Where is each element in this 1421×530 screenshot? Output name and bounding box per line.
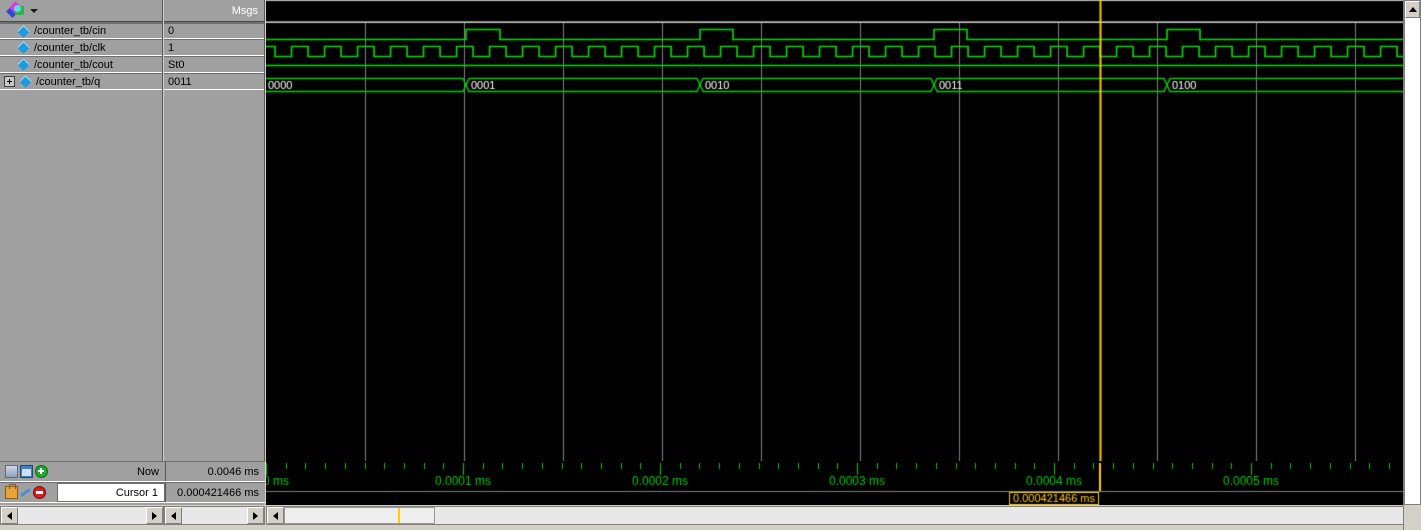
arrow-right-icon — [253, 511, 258, 520]
status-pane: Now 0.0046 ms Cursor 1 0.000421466 ms — [0, 461, 265, 505]
wave-scroll-left-button[interactable] — [267, 507, 284, 524]
signal-row[interactable]: /counter_tb/cout — [0, 56, 162, 73]
arrow-left-icon — [7, 511, 12, 520]
signal-value-label: St0 — [168, 58, 185, 71]
wave-icon[interactable] — [5, 465, 18, 478]
signal-value-label: 0 — [168, 25, 175, 37]
arrow-left-icon — [171, 511, 176, 520]
wrench-icon[interactable] — [20, 487, 31, 498]
wave-scroll-track[interactable] — [284, 507, 1403, 524]
values-scroll-right-button[interactable] — [247, 507, 264, 524]
signal-value-list: 0 1 St0 0011 — [164, 22, 264, 90]
cursor-value: 0.000421466 ms — [165, 483, 265, 502]
scrollbar-cursor-marker — [397, 508, 400, 523]
signal-value-label: 0011 — [168, 75, 192, 88]
pane-divider — [1403, 0, 1404, 530]
wave-scroll-thumb[interactable] — [284, 507, 436, 524]
delete-red-icon[interactable] — [33, 486, 46, 499]
cursor-label[interactable]: Cursor 1 — [57, 483, 165, 502]
names-column-header[interactable] — [0, 0, 162, 22]
status-icons-now — [0, 465, 49, 478]
values-scroll-track[interactable] — [182, 507, 247, 524]
signal-value-cell: 0011 — [164, 73, 264, 90]
signal-value-cell: 1 — [164, 39, 264, 56]
signal-name-label: /counter_tb/clk — [34, 41, 106, 54]
modelsim-logo-icon — [6, 1, 26, 18]
signal-value-label: 1 — [168, 41, 175, 54]
names-scroll-track[interactable] — [18, 507, 146, 524]
values-horizontal-scrollbar[interactable] — [164, 506, 265, 525]
arrow-left-icon — [273, 511, 278, 520]
wave-horizontal-scrollbar[interactable] — [266, 506, 1404, 525]
wave-viewer-window: /counter_tb/cin/counter_tb/clk/counter_t… — [0, 0, 1421, 530]
wave-vertical-scrollbar[interactable] — [1404, 0, 1421, 505]
vscroll-up-button[interactable] — [1405, 1, 1420, 18]
signal-name-label: /counter_tb/cin — [34, 25, 107, 37]
now-value: 0.0046 ms — [165, 462, 265, 481]
values-scroll-left-button[interactable] — [165, 507, 182, 524]
timeline-ruler[interactable] — [266, 461, 1413, 505]
plus-box-icon[interactable] — [4, 76, 15, 87]
status-icons-cursor — [0, 484, 49, 499]
signal-diamond-icon — [19, 75, 32, 88]
chevron-down-icon[interactable] — [30, 8, 38, 13]
add-green-icon[interactable] — [35, 465, 48, 478]
signal-name-label: /counter_tb/q — [36, 75, 101, 88]
signal-diamond-icon — [17, 58, 30, 71]
status-row-now: Now 0.0046 ms — [0, 461, 265, 482]
signal-names-pane: /counter_tb/cin/counter_tb/clk/counter_t… — [0, 0, 163, 461]
signal-diamond-icon — [17, 41, 30, 54]
signal-values-pane: Msgs 0 1 St0 0011 — [164, 0, 265, 461]
signal-row[interactable]: /counter_tb/cin — [0, 22, 162, 39]
signal-row[interactable]: /counter_tb/clk — [0, 39, 162, 56]
now-label: Now — [136, 465, 159, 478]
lock-icon[interactable] — [5, 484, 18, 499]
signal-value-cell: St0 — [164, 56, 264, 73]
waveform-canvas-pane[interactable] — [266, 0, 1413, 461]
window-icon[interactable] — [20, 465, 33, 478]
signal-diamond-icon — [17, 24, 30, 38]
names-horizontal-scrollbar[interactable] — [0, 506, 164, 525]
status-row-cursor[interactable]: Cursor 1 0.000421466 ms — [0, 482, 265, 503]
names-scroll-left-button[interactable] — [1, 507, 18, 524]
signal-name-list: /counter_tb/cin/counter_tb/clk/counter_t… — [0, 22, 162, 90]
waveform-plot[interactable] — [266, 0, 1413, 461]
signal-value-cell: 0 — [164, 22, 264, 39]
timeline-ruler-pane[interactable] — [266, 461, 1413, 505]
values-column-header[interactable]: Msgs — [164, 0, 264, 22]
signal-name-label: /counter_tb/cout — [34, 58, 113, 71]
signal-row[interactable]: /counter_tb/q — [0, 73, 162, 90]
names-scroll-right-button[interactable] — [146, 507, 163, 524]
values-header-label: Msgs — [231, 4, 258, 17]
arrow-up-icon — [1408, 7, 1417, 12]
arrow-right-icon — [152, 511, 157, 520]
vscroll-track[interactable] — [1405, 18, 1420, 504]
